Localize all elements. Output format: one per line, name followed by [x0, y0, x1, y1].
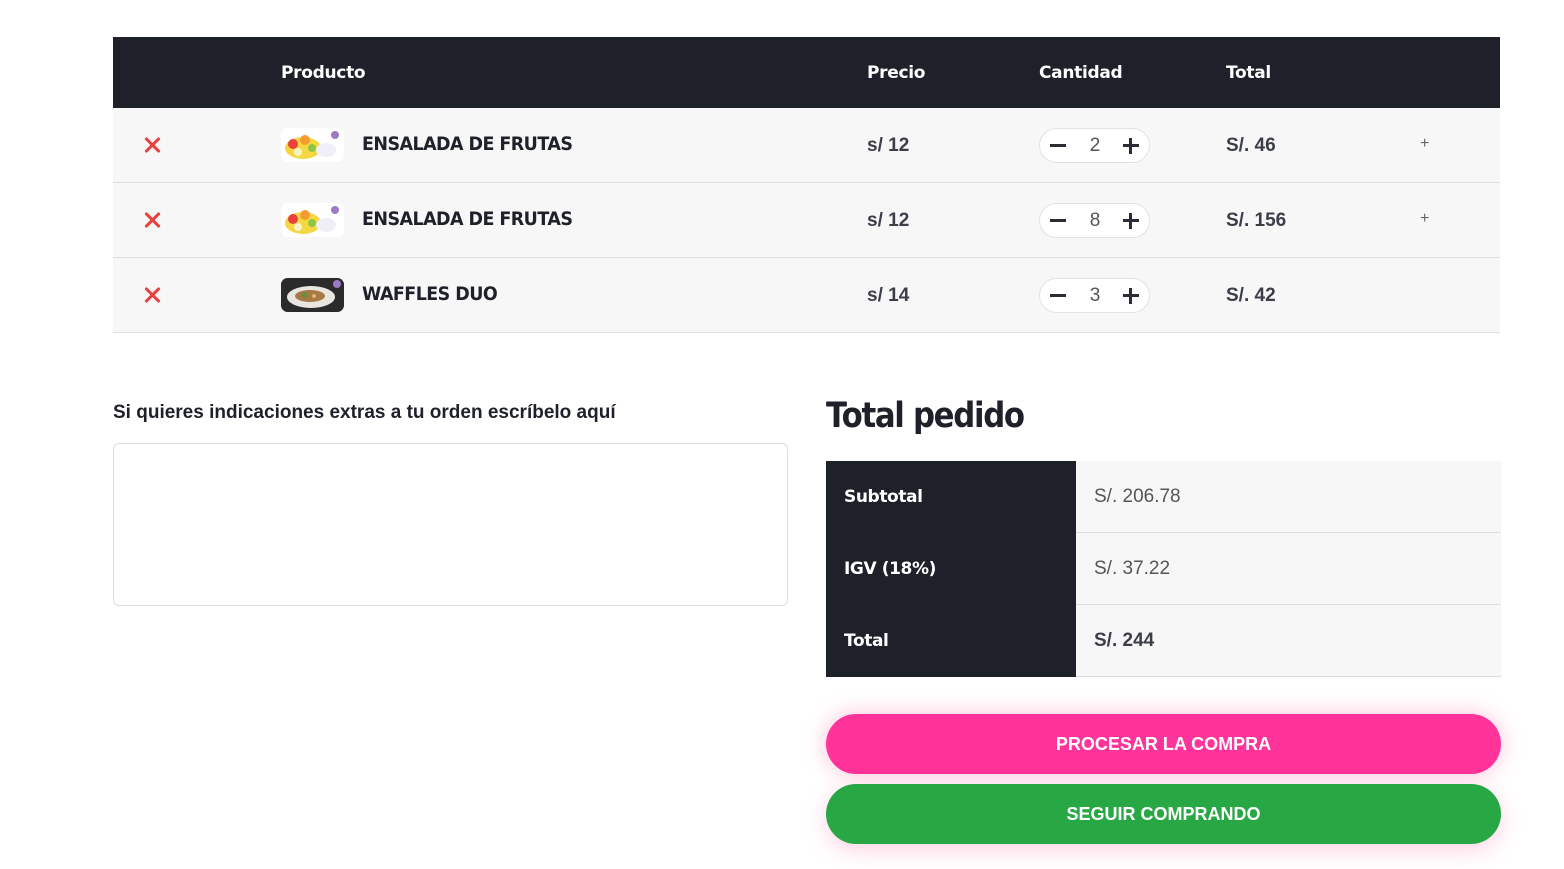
- waffles-image: [281, 278, 344, 312]
- fruit-salad-image: [285, 206, 339, 234]
- quantity-input[interactable]: [1076, 208, 1114, 233]
- igv-label: IGV (18%): [826, 533, 1076, 605]
- process-purchase-button[interactable]: PROCESAR LA COMPRA: [826, 714, 1501, 774]
- subtotal-value: S/. 206.78: [1076, 461, 1501, 533]
- remove-item-close-icon[interactable]: [141, 284, 163, 306]
- quantity-stepper: [1039, 128, 1150, 163]
- line-total: S/. 156: [1226, 210, 1287, 231]
- order-notes-label: Si quieres indicaciones extras a tu orde…: [113, 402, 616, 423]
- summary-row-subtotal: Subtotal S/. 206.78: [826, 461, 1501, 533]
- header-total: Total: [1226, 63, 1271, 83]
- remove-item-close-icon[interactable]: [141, 134, 163, 156]
- product-price: s/ 12: [867, 135, 910, 156]
- line-total: S/. 42: [1226, 285, 1276, 306]
- product-price: s/ 12: [867, 210, 910, 231]
- cart-table-header: Producto Precio Cantidad Total: [113, 37, 1500, 108]
- plus-icon[interactable]: [1113, 279, 1149, 312]
- igv-value: S/. 37.22: [1076, 533, 1501, 605]
- cart-row: ENSALADA DE FRUTAS s/ 12 S/. 46 +: [113, 108, 1500, 183]
- cart-table: Producto Precio Cantidad Total ENSALADA …: [113, 37, 1500, 333]
- minus-icon[interactable]: [1040, 279, 1076, 312]
- product-thumbnail[interactable]: [281, 278, 344, 312]
- total-value: S/. 244: [1076, 605, 1501, 677]
- order-summary-table: Subtotal S/. 206.78 IGV (18%) S/. 37.22 …: [826, 461, 1501, 677]
- quantity-input[interactable]: [1076, 283, 1114, 308]
- header-price: Precio: [867, 63, 926, 83]
- summary-row-igv: IGV (18%) S/. 37.22: [826, 533, 1501, 605]
- product-name[interactable]: WAFFLES DUO: [362, 283, 498, 305]
- product-thumbnail[interactable]: [281, 203, 344, 237]
- total-label: Total: [826, 605, 1076, 677]
- expand-toggle[interactable]: +: [1420, 135, 1429, 153]
- remove-item-close-icon[interactable]: [141, 209, 163, 231]
- minus-icon[interactable]: [1040, 129, 1076, 162]
- continue-shopping-button[interactable]: SEGUIR COMPRANDO: [826, 784, 1501, 844]
- plus-icon[interactable]: [1113, 204, 1149, 237]
- header-quantity: Cantidad: [1039, 63, 1123, 83]
- summary-row-total: Total S/. 244: [826, 605, 1501, 677]
- cart-row: ENSALADA DE FRUTAS s/ 12 S/. 156 +: [113, 183, 1500, 258]
- line-total: S/. 46: [1226, 135, 1276, 156]
- expand-toggle[interactable]: +: [1420, 210, 1429, 228]
- quantity-input[interactable]: [1076, 133, 1114, 158]
- product-price: s/ 14: [867, 285, 910, 306]
- fruit-salad-image: [285, 131, 339, 159]
- order-notes-textarea[interactable]: [113, 443, 788, 606]
- subtotal-label: Subtotal: [826, 461, 1076, 533]
- product-name[interactable]: ENSALADA DE FRUTAS: [362, 208, 573, 230]
- minus-icon[interactable]: [1040, 204, 1076, 237]
- quantity-stepper: [1039, 203, 1150, 238]
- order-total-title: Total pedido: [826, 396, 1025, 436]
- cart-row: WAFFLES DUO s/ 14 S/. 42: [113, 258, 1500, 333]
- product-thumbnail[interactable]: [281, 128, 344, 162]
- product-name[interactable]: ENSALADA DE FRUTAS: [362, 133, 573, 155]
- header-product: Producto: [281, 63, 366, 83]
- plus-icon[interactable]: [1113, 129, 1149, 162]
- quantity-stepper: [1039, 278, 1150, 313]
